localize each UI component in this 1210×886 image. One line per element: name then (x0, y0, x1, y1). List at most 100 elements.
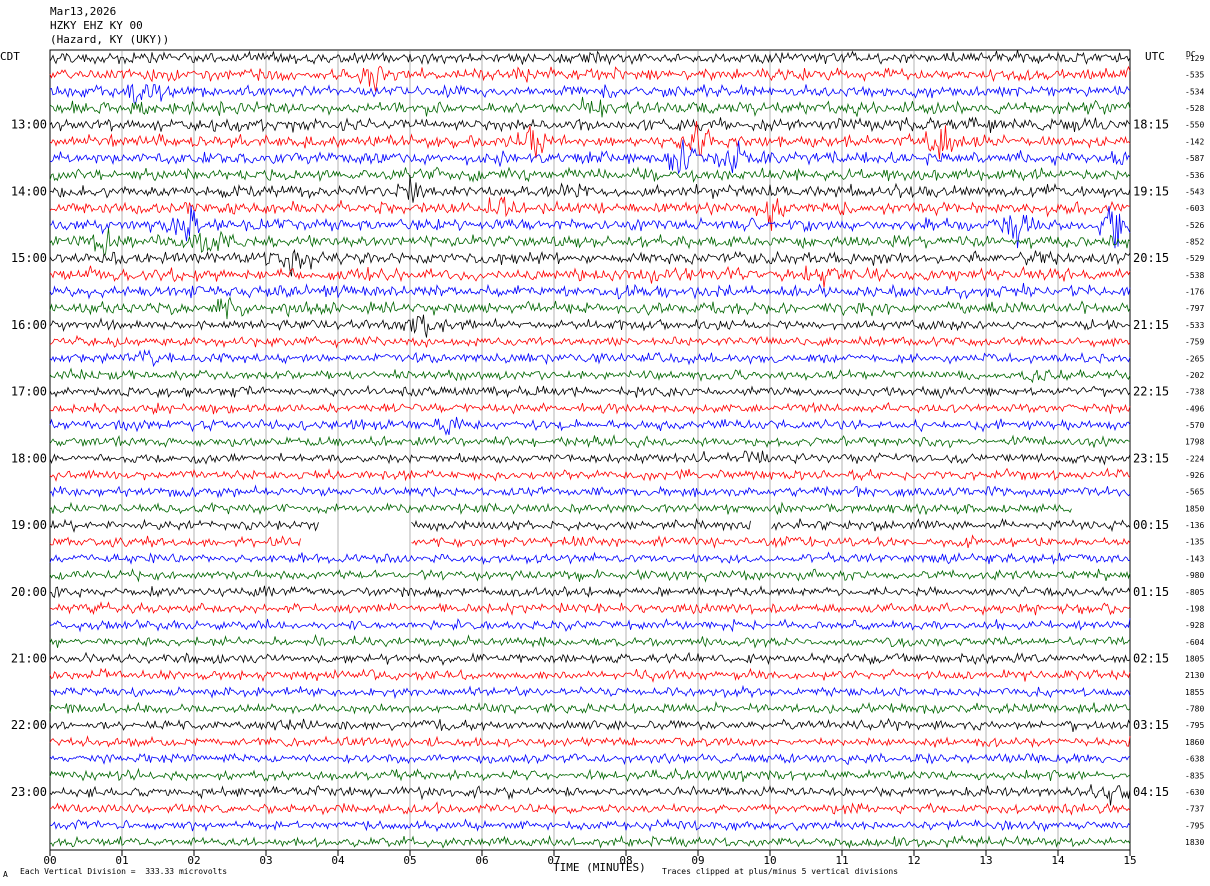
seismic-trace (49, 701, 1131, 715)
seismic-trace (49, 752, 1131, 766)
dc-offset-label: -135 (1185, 538, 1204, 547)
seismic-trace (49, 314, 1131, 338)
dc-offset-label: -570 (1185, 421, 1204, 430)
dc-offset-label: 1860 (1185, 738, 1204, 747)
left-hour-label: 22:00 (11, 718, 47, 732)
seismic-trace (49, 534, 1131, 549)
seismic-trace (49, 296, 1131, 320)
x-tick-label: 13 (979, 854, 992, 867)
dc-offset-label: -603 (1185, 204, 1204, 213)
seismic-trace (49, 166, 1131, 183)
seismic-trace (49, 767, 1131, 782)
dc-offset-label: -176 (1185, 288, 1204, 297)
x-tick-label: 11 (835, 854, 848, 867)
left-hour-label: 21:00 (11, 652, 47, 666)
dc-offset-label: -265 (1185, 354, 1204, 363)
left-hour-label: 14:00 (11, 184, 47, 198)
x-tick-label: 01 (115, 854, 128, 867)
seismic-trace (49, 801, 1131, 816)
left-hour-label: 16:00 (11, 318, 47, 332)
seismic-trace (49, 83, 1131, 106)
left-hour-label: 19:00 (11, 518, 47, 532)
scale-note: Each Vertical Division = 333.33 microvol… (20, 867, 228, 876)
seismic-trace (49, 467, 1131, 482)
dc-offset-label: -780 (1185, 705, 1204, 714)
dc-offset-label: 1850 (1185, 504, 1204, 513)
clip-note: Traces clipped at plus/minus 5 vertical … (662, 867, 899, 876)
seismic-trace (49, 484, 1131, 499)
dc-offset-label: -143 (1185, 554, 1204, 563)
helicorder-plot: 00 01 02 03 04 05 06 07 08 09 10 11 12 13 14 15-129-535… (11, 49, 1204, 867)
seismic-trace (49, 818, 1131, 833)
dc-offset-label: -638 (1185, 755, 1204, 764)
dc-offset-label: -980 (1185, 571, 1204, 580)
seismic-trace (49, 651, 1131, 666)
right-hour-label: 22:15 (1133, 385, 1169, 399)
dc-offset-label: 2130 (1185, 671, 1204, 680)
seismic-trace (49, 434, 1131, 449)
seismic-trace (49, 349, 1131, 368)
dc-offset-label: -795 (1185, 821, 1204, 830)
x-tick-label: 03 (259, 854, 272, 867)
seismic-trace (49, 96, 1131, 118)
dc-offset-label: 1805 (1185, 655, 1204, 664)
seismic-trace (49, 684, 1131, 700)
seismic-trace (49, 784, 1131, 806)
left-hour-label: 20:00 (11, 585, 47, 599)
corner-mark: A (3, 870, 8, 879)
right-hour-label: 19:15 (1133, 184, 1169, 198)
seismic-trace (49, 551, 1131, 566)
dc-offset-label: -565 (1185, 488, 1204, 497)
left-hour-label: 13:00 (11, 118, 47, 132)
seismic-trace (49, 735, 1131, 749)
seismic-trace (49, 717, 1131, 732)
left-hour-label: 23:00 (11, 785, 47, 799)
x-tick-label: 00 (43, 854, 56, 867)
dc-offset-label: -928 (1185, 621, 1204, 630)
dc-offset-label: -797 (1185, 304, 1204, 313)
seismic-trace (49, 633, 1131, 649)
seismic-trace (49, 265, 1131, 288)
dc-offset-label: -526 (1185, 221, 1204, 230)
seismic-trace (49, 248, 1131, 277)
dc-offset-label: -202 (1185, 371, 1204, 380)
seismic-trace (49, 568, 1131, 583)
x-tick-label: 15 (1123, 854, 1136, 867)
dc-offset-label: 1798 (1185, 438, 1204, 447)
dc-offset-label: -835 (1185, 771, 1204, 780)
seismic-trace (49, 227, 1131, 255)
seismic-trace (49, 450, 1131, 466)
x-tick-label: 12 (907, 854, 920, 867)
right-hour-label: 03:15 (1133, 718, 1169, 732)
dc-offset-label: -535 (1185, 71, 1204, 80)
right-hour-label: 20:15 (1133, 251, 1169, 265)
dc-offset-label: -136 (1185, 521, 1204, 530)
seismic-trace (49, 282, 1131, 300)
right-hour-label: 21:15 (1133, 318, 1169, 332)
dc-offset-label: -737 (1185, 805, 1204, 814)
dc-offset-label: 1855 (1185, 688, 1204, 697)
seismic-trace (49, 416, 1131, 436)
dc-offset-label: -852 (1185, 237, 1204, 246)
seismic-trace (49, 139, 1131, 175)
dc-offset-label: -630 (1185, 788, 1204, 797)
dc-offset-label: -738 (1185, 388, 1204, 397)
dc-offset-label: -805 (1185, 588, 1204, 597)
seismic-trace (49, 834, 1131, 849)
dc-offset-label: -543 (1185, 187, 1204, 196)
dc-offset-label: -528 (1185, 104, 1204, 113)
x-axis-title: TIME (MINUTES) (553, 861, 646, 874)
x-tick-label: 05 (403, 854, 416, 867)
seismic-trace (49, 49, 1131, 66)
dc-offset-label: -533 (1185, 321, 1204, 330)
x-tick-label: 09 (691, 854, 704, 867)
x-tick-label: 06 (475, 854, 488, 867)
x-tick-label: 04 (331, 854, 345, 867)
right-hour-label: 04:15 (1133, 785, 1169, 799)
dc-offset-label: -224 (1185, 454, 1204, 463)
seismic-trace (49, 501, 1072, 516)
seismic-trace (49, 667, 1131, 683)
dc-offset-label: -142 (1185, 137, 1204, 146)
seismic-trace (49, 334, 1131, 349)
dc-offset-label: -795 (1185, 721, 1204, 730)
